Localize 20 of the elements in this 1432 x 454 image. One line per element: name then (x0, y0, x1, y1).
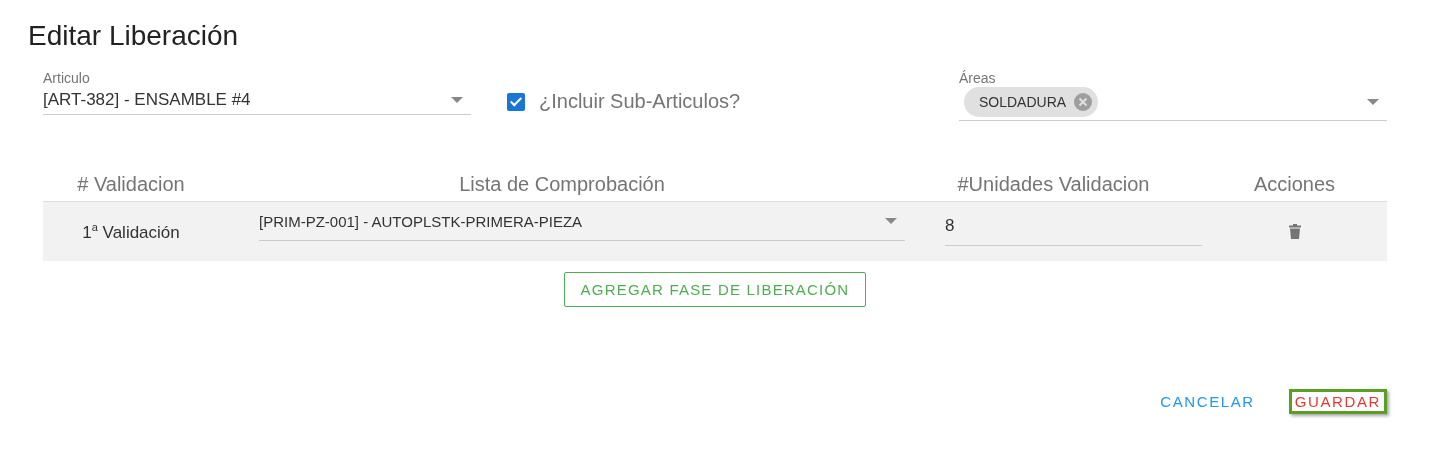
article-select[interactable]: [ART-382] - ENSAMBLE #4 (43, 86, 471, 115)
checkbox-label: ¿Incluir Sub-Articulos? (539, 90, 741, 113)
checklist-select[interactable]: [PRIM-PZ-001] - AUTOPLSTK-PRIMERA-PIEZA (259, 202, 905, 241)
caret-icon (885, 218, 897, 224)
caret-icon (451, 97, 463, 103)
units-input[interactable]: 8 (945, 207, 1202, 246)
checkbox[interactable] (507, 92, 525, 111)
area-chip[interactable]: SOLDADURA (964, 87, 1099, 117)
field-label: Áreas (959, 70, 997, 86)
save-button[interactable]: GUARDAR (1288, 389, 1387, 414)
validation-label: 1$^{a}$ Validación (81, 220, 181, 243)
field-label: Articulo (43, 70, 91, 86)
dialog-title: Editar Liberación (28, 19, 240, 53)
caret-icon (1367, 99, 1379, 105)
column-header: #Unidades Validacion (956, 172, 1151, 196)
column-header: Lista de Comprobación (458, 172, 666, 196)
column-header: Acciones (1252, 172, 1337, 196)
column-header: # Validacion (76, 172, 186, 196)
delete-icon[interactable] (1288, 224, 1301, 239)
areas-select[interactable]: SOLDADURA (959, 84, 1387, 121)
